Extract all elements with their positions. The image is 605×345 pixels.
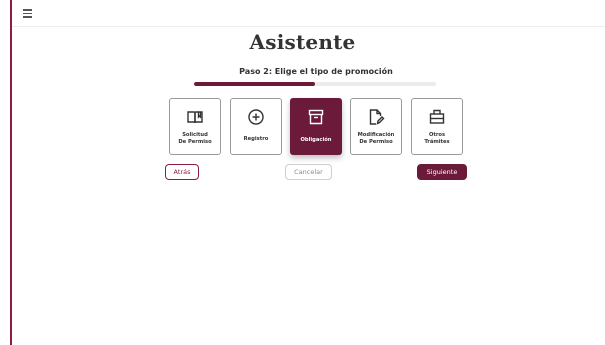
- progress-bar: [194, 82, 436, 86]
- hamburger-menu-icon[interactable]: [23, 9, 32, 18]
- top-bar: [12, 0, 605, 27]
- briefcase-icon: [429, 109, 445, 124]
- option-label-line2: De Permiso: [178, 139, 212, 145]
- plus-circle-icon: [248, 109, 264, 125]
- option-label-line1: Obligación: [300, 137, 332, 143]
- archive-box-icon: [308, 109, 324, 125]
- option-label-line1: Registro: [243, 136, 269, 142]
- option-registro[interactable]: Registro: [230, 98, 282, 155]
- option-otros-tramites[interactable]: Otros Trámites: [411, 98, 463, 155]
- option-label-line1: Modificación: [357, 132, 395, 138]
- cancel-button[interactable]: Cancelar: [285, 164, 332, 180]
- step-label: Paso 2: Elige el tipo de promoción: [239, 67, 393, 76]
- option-label-line1: Otros: [428, 132, 446, 138]
- progress-fill: [194, 82, 315, 86]
- back-button[interactable]: Atrás: [165, 164, 199, 180]
- edit-document-icon: [369, 109, 385, 125]
- option-solicitud-de-permiso[interactable]: Solicitud De Permiso: [169, 98, 221, 155]
- option-label-line2: De Permiso: [359, 139, 393, 145]
- option-label-line2: Trámites: [424, 139, 450, 145]
- open-book-icon: [187, 111, 203, 124]
- page-title: Asistente: [249, 30, 356, 54]
- option-label-line1: Solicitud: [182, 132, 208, 138]
- option-modificacion-de-permiso[interactable]: Modificación De Permiso: [350, 98, 402, 155]
- option-obligacion[interactable]: Obligación: [290, 98, 342, 155]
- next-button[interactable]: Siguiente: [417, 164, 467, 180]
